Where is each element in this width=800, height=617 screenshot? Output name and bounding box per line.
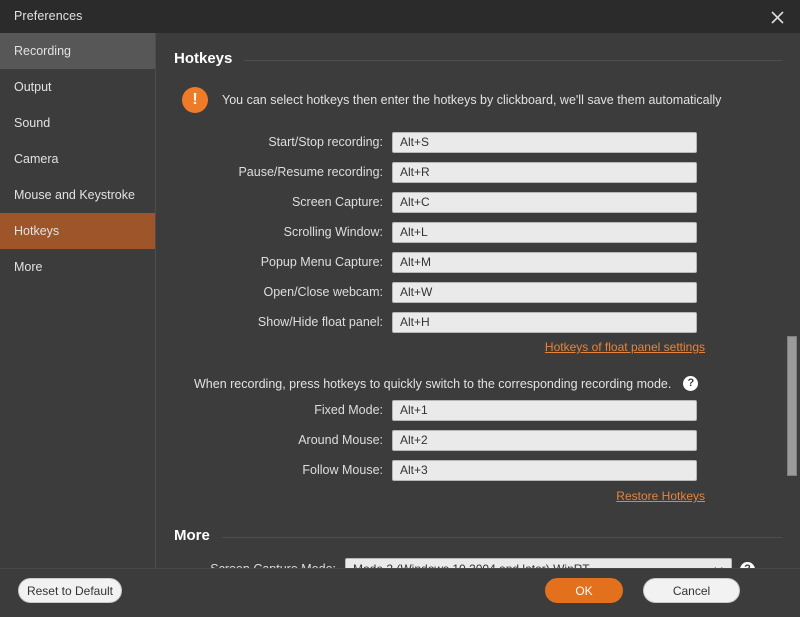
hotkey-input-scrolling-window[interactable]: Alt+L bbox=[392, 221, 697, 243]
ok-button[interactable]: OK bbox=[545, 578, 623, 603]
sidebar-item-label: Output bbox=[14, 80, 52, 94]
sidebar-item-more[interactable]: More bbox=[0, 249, 155, 285]
hotkey-row-scrolling-window: Scrolling Window: Alt+L bbox=[156, 219, 800, 245]
sidebar-item-label: Camera bbox=[14, 152, 59, 166]
row-label: Scrolling Window: bbox=[283, 225, 383, 239]
hotkey-input-around-mouse[interactable]: Alt+2 bbox=[392, 429, 697, 451]
scrollbar-thumb[interactable] bbox=[787, 336, 797, 476]
cancel-button[interactable]: Cancel bbox=[643, 578, 740, 603]
alert-icon: ! bbox=[182, 87, 208, 113]
hotkey-row-around-mouse: Around Mouse: Alt+2 bbox=[156, 427, 800, 453]
sidebar-item-mouse-and-keystroke[interactable]: Mouse and Keystroke bbox=[0, 177, 155, 213]
row-label: Popup Menu Capture: bbox=[260, 255, 383, 269]
section-divider bbox=[221, 536, 782, 538]
sidebar-item-label: More bbox=[14, 260, 43, 274]
row-label: Pause/Resume recording: bbox=[238, 165, 383, 179]
float-panel-link-row: Hotkeys of float panel settings bbox=[156, 340, 800, 354]
sidebar-item-label: Mouse and Keystroke bbox=[14, 188, 135, 202]
hotkeys-notice-text: You can select hotkeys then enter the ho… bbox=[222, 93, 722, 107]
row-label: Start/Stop recording: bbox=[268, 135, 383, 149]
row-label: Open/Close webcam: bbox=[263, 285, 383, 299]
window-title: Preferences bbox=[14, 9, 83, 23]
section-title-hotkeys: Hotkeys bbox=[174, 50, 233, 67]
sidebar-item-hotkeys[interactable]: Hotkeys bbox=[0, 213, 155, 249]
hotkey-row-pause-resume-recording: Pause/Resume recording: Alt+R bbox=[156, 159, 800, 185]
reset-to-default-button[interactable]: Reset to Default bbox=[18, 578, 122, 603]
hotkey-input-open-close-webcam[interactable]: Alt+W bbox=[392, 281, 697, 303]
hotkey-row-fixed-mode: Fixed Mode: Alt+1 bbox=[156, 397, 800, 423]
hotkey-input-fixed-mode[interactable]: Alt+1 bbox=[392, 399, 697, 421]
content-panel: Hotkeys ! You can select hotkeys then en… bbox=[156, 33, 800, 568]
sidebar: Recording Output Sound Camera Mouse and … bbox=[0, 33, 156, 568]
screen-capture-mode-row: Screen Capture Mode: Mode 2 (Windows 10 … bbox=[156, 556, 800, 568]
hotkey-row-popup-menu-capture: Popup Menu Capture: Alt+M bbox=[156, 249, 800, 275]
sidebar-item-label: Sound bbox=[14, 116, 51, 130]
hotkey-input-popup-menu-capture[interactable]: Alt+M bbox=[392, 251, 697, 273]
hotkey-input-show-hide-float-panel[interactable]: Alt+H bbox=[392, 311, 697, 333]
restore-hotkeys-link[interactable]: Restore Hotkeys bbox=[616, 489, 705, 503]
hotkeys-section-header: Hotkeys bbox=[174, 50, 782, 67]
row-label: Around Mouse: bbox=[298, 433, 383, 447]
hotkey-input-start-stop-recording[interactable]: Alt+S bbox=[392, 131, 697, 153]
hotkeys-notice: ! You can select hotkeys then enter the … bbox=[182, 87, 800, 113]
close-icon[interactable] bbox=[763, 5, 791, 29]
restore-link-row: Restore Hotkeys bbox=[156, 489, 800, 503]
sidebar-item-label: Recording bbox=[14, 44, 71, 58]
more-rows: Screen Capture Mode: Mode 2 (Windows 10 … bbox=[156, 556, 800, 568]
sidebar-item-output[interactable]: Output bbox=[0, 69, 155, 105]
switch-mode-note-text: When recording, press hotkeys to quickly… bbox=[194, 376, 672, 391]
hotkey-row-show-hide-float-panel: Show/Hide float panel: Alt+H bbox=[156, 309, 800, 335]
hotkey-row-start-stop-recording: Start/Stop recording: Alt+S bbox=[156, 129, 800, 155]
sidebar-item-camera[interactable]: Camera bbox=[0, 141, 155, 177]
titlebar: Preferences bbox=[0, 0, 800, 33]
row-label: Fixed Mode: bbox=[314, 403, 383, 417]
preferences-window: Preferences Recording Output Sound Camer… bbox=[0, 0, 800, 617]
row-label: Screen Capture: bbox=[291, 195, 383, 209]
switch-mode-note: When recording, press hotkeys to quickly… bbox=[156, 376, 800, 391]
question-mark-icon[interactable]: ? bbox=[683, 376, 699, 391]
content-scrollbar[interactable] bbox=[785, 33, 798, 568]
section-divider bbox=[244, 59, 782, 61]
switch-mode-rows: Fixed Mode: Alt+1 Around Mouse: Alt+2 Fo… bbox=[156, 397, 800, 483]
hotkey-input-follow-mouse[interactable]: Alt+3 bbox=[392, 459, 697, 481]
hotkey-input-pause-resume-recording[interactable]: Alt+R bbox=[392, 161, 697, 183]
screen-capture-mode-select[interactable]: Mode 2 (Windows 10 2004 and later) WinRT bbox=[345, 558, 732, 568]
row-label: Show/Hide float panel: bbox=[257, 315, 383, 329]
sidebar-item-recording[interactable]: Recording bbox=[0, 33, 155, 69]
row-label: Follow Mouse: bbox=[302, 463, 383, 477]
hotkey-input-screen-capture[interactable]: Alt+C bbox=[392, 191, 697, 213]
section-title-more: More bbox=[174, 527, 210, 544]
sidebar-item-label: Hotkeys bbox=[14, 224, 60, 238]
hotkey-row-follow-mouse: Follow Mouse: Alt+3 bbox=[156, 457, 800, 483]
hotkeys-of-float-panel-settings-link[interactable]: Hotkeys of float panel settings bbox=[545, 340, 705, 354]
footer-bar: Reset to Default OK Cancel bbox=[0, 568, 800, 617]
hotkey-row-screen-capture: Screen Capture: Alt+C bbox=[156, 189, 800, 215]
hotkey-row-open-close-webcam: Open/Close webcam: Alt+W bbox=[156, 279, 800, 305]
sidebar-item-sound[interactable]: Sound bbox=[0, 105, 155, 141]
more-section-header: More bbox=[174, 527, 782, 544]
hotkeys-rows: Start/Stop recording: Alt+S Pause/Resume… bbox=[156, 129, 800, 335]
